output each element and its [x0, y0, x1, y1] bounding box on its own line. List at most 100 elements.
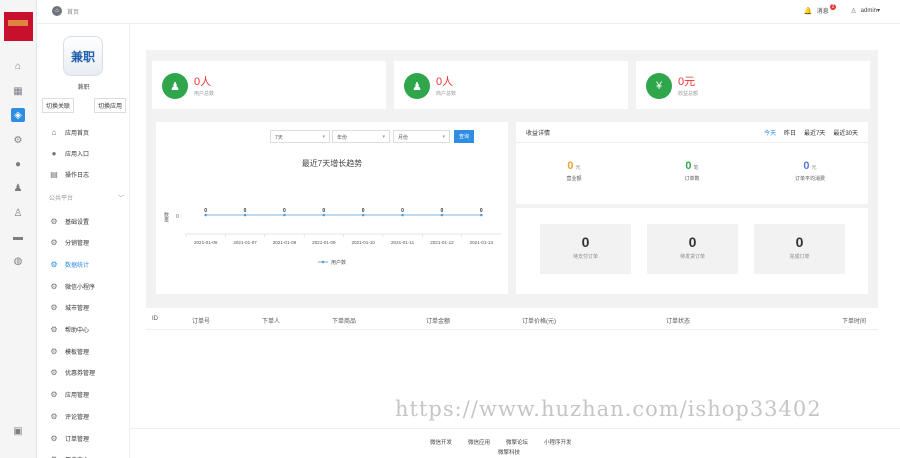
user-icon[interactable]: ♙	[12, 207, 24, 219]
home-link[interactable]: ⌂ 首页	[52, 6, 79, 16]
sidebar-group-title[interactable]: 公共平台 ﹀	[49, 193, 124, 202]
sidebar-item-label: 微信小程序	[65, 284, 96, 291]
x-tick-label: 2021-01-08	[273, 240, 297, 245]
gear-icon: ⚙	[50, 433, 58, 443]
sidebar-item-label: 操作日志	[65, 172, 90, 179]
column-header: 下单人	[262, 319, 281, 325]
sidebar-item-label: 优惠券管理	[65, 371, 96, 378]
footer-copyright: 微擎科技	[498, 450, 521, 456]
order-label: 完成订单	[789, 254, 810, 260]
apps-icon[interactable]: ▦	[12, 85, 24, 97]
stat-label: 用户总数	[194, 91, 215, 97]
gear-icon: ⚙	[50, 259, 58, 269]
sidebar-item-4[interactable]: ⚙ 城市管理	[49, 302, 89, 314]
order-box-completed[interactable]: 0 完成订单	[754, 224, 845, 274]
income-tab-2[interactable]: 最近7天	[804, 128, 825, 137]
sidebar-item-label: 应用入口	[65, 151, 90, 158]
x-tick-label: 2021-01-11	[391, 240, 415, 245]
sidebar-item-1[interactable]: ⚙ 分销管理	[49, 237, 89, 249]
message-badge: 2	[829, 3, 837, 10]
gear-icon: ⚙	[50, 368, 58, 378]
stat-value: 0元	[678, 76, 696, 88]
sidebar-item-label: 分销管理	[65, 241, 90, 248]
bell-icon[interactable]: 🔔	[804, 7, 813, 15]
data-label: 0	[204, 208, 207, 214]
home-icon: ⌂	[51, 127, 57, 137]
footer-link[interactable]: 微擎论坛	[506, 438, 528, 446]
sidebar-item-3[interactable]: ⚙ 微信小程序	[49, 280, 95, 292]
gear-icon: ⚙	[50, 325, 58, 334]
lock-icon[interactable]: ▣	[12, 425, 24, 437]
stat-card-revenue: ¥ 0元 收益总额	[636, 61, 870, 109]
switch-app-button[interactable]: 切换应用	[93, 98, 126, 113]
sidebar-item-11[interactable]: ⚙用户中心	[49, 454, 89, 458]
cube-icon[interactable]: ◈	[11, 108, 25, 122]
merchant-icon: ♟	[404, 73, 430, 99]
app-logo: 兼职	[63, 36, 103, 76]
sidebar-item-2[interactable]: ⚙ 数据统计	[49, 258, 89, 270]
settings-icon[interactable]: ⚙	[12, 134, 24, 146]
footer-link[interactable]: 微信开发	[430, 438, 452, 446]
globe-icon[interactable]: ◍	[12, 255, 24, 267]
user-menu[interactable]: admin▾	[861, 7, 880, 14]
sidebar-item-0[interactable]: ⚙ 基础设置	[49, 215, 89, 227]
order-box-unshipped[interactable]: 0 待发货订单	[647, 224, 738, 274]
income-tab-0[interactable]: 今天	[764, 128, 776, 137]
footer-link[interactable]: 微信应用	[468, 438, 490, 446]
sidebar-item-label: 数据统计	[65, 262, 90, 269]
x-tick-label: 2021-01-10	[351, 240, 375, 245]
team-icon[interactable]: ♟	[12, 182, 24, 194]
brand-logo[interactable]	[4, 12, 33, 41]
sidebar-item-10[interactable]: ⚙ 订单管理	[49, 432, 89, 444]
watermark: https://www.huzhan.com/ishop33402	[395, 397, 822, 421]
income-card: 收益详情 今天 昨日 最近7天 最近30天 0 元营业额 0 笔订单数 0 元订单平均消费	[516, 122, 868, 204]
sidebar-item-8[interactable]: ⚙ 应用管理	[49, 389, 89, 401]
income-tab-1[interactable]: 昨日	[784, 128, 796, 137]
legend-label: 用户数	[331, 259, 346, 266]
income-title: 收益详情	[526, 131, 551, 137]
sidebar-item-label: 基础设置	[65, 219, 90, 226]
sidebar-item-6[interactable]: ⚙ 模板管理	[49, 345, 89, 357]
order-label: 待发货订单	[679, 254, 705, 260]
income-tab-3[interactable]: 最近30天	[833, 128, 858, 137]
income-label: 订单平均消费	[794, 176, 825, 182]
y-axis-label: 数量	[163, 211, 169, 223]
data-icon[interactable]: ●	[12, 158, 24, 170]
switch-relation-button[interactable]: 切换关联	[42, 98, 75, 113]
column-header: 订单号	[192, 319, 211, 325]
sidebar-item-label: 订单管理	[65, 436, 90, 443]
data-label: 0	[283, 208, 286, 214]
sidebar-item-5[interactable]: ⚙ 帮助中心	[49, 324, 89, 336]
order-summary-card: 0 待支付订单 0 待发货订单 0 完成订单	[516, 208, 868, 294]
sidebar-item-label: 帮助中心	[65, 328, 90, 334]
home-icon[interactable]: ⌂	[12, 60, 24, 72]
stat-label: 商户总数	[436, 91, 457, 97]
gear-icon: ⚙	[50, 238, 58, 248]
sidebar-item-7[interactable]: ⚙ 优惠券管理	[49, 367, 95, 379]
user-icon: ♟	[162, 73, 188, 99]
chevron-down-icon: ﹀	[117, 196, 124, 202]
log-icon: ▤	[50, 169, 58, 179]
stat-value: 0人	[194, 76, 212, 88]
stat-value: 0人	[436, 76, 454, 88]
order-count: 0	[688, 234, 697, 250]
footer-links: 微信开发 微信应用 微擎论坛 小程序开发	[430, 438, 588, 446]
monitor-icon[interactable]: ▬	[12, 231, 24, 243]
gear-icon: ⚙	[50, 411, 58, 421]
legend-marker	[321, 260, 325, 264]
gear-icon: ⚙	[50, 281, 58, 291]
order-box-unpaid[interactable]: 0 待支付订单	[540, 224, 631, 274]
sidebar-item-app-home[interactable]: ⌂ 应用首页	[49, 126, 89, 138]
footer-link[interactable]: 小程序开发	[544, 438, 572, 446]
income-stat: 0 元营业额	[524, 160, 624, 182]
sidebar-item-log[interactable]: ▤ 操作日志	[49, 168, 89, 180]
order-count: 0	[795, 234, 804, 250]
sidebar-item-9[interactable]: ⚙ 评论管理	[49, 410, 89, 422]
dashboard-panel: ♟ 0人 用户总数 ♟ 0人 商户总数 ¥ 0元 收益总额 7天 ▾ 年份 ▾ …	[146, 50, 878, 308]
y-tick-label: 0	[176, 214, 179, 220]
message-link[interactable]: 消息	[817, 6, 829, 15]
sidebar-item-label: 城市管理	[65, 306, 90, 313]
sidebar-item-app-entry[interactable]: ● 应用入口	[49, 147, 89, 159]
app-name: 兼职	[77, 85, 90, 91]
data-point	[361, 213, 365, 217]
